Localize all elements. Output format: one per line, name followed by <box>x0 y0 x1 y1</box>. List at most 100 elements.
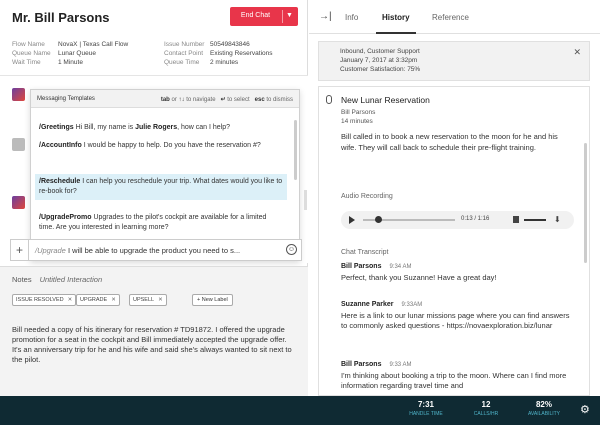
history-scrollbar[interactable] <box>584 143 587 263</box>
collapse-panel-icon[interactable]: →| <box>319 11 332 22</box>
agent-stats-bar: 7:31 HANDLE TIME 12 CALLS/HR 82% AVAILAB… <box>0 396 600 425</box>
info-row: Queue Name Lunar Queue Contact Point Exi… <box>12 50 302 59</box>
context-tabs: →| Info History Reference <box>309 0 600 34</box>
message-time: 9:33AM <box>401 302 423 308</box>
template-text: Hi Bill, my name is <box>73 124 136 131</box>
info-value: Existing Reservations <box>210 50 273 57</box>
message-author: Suzanne Parker 9:33AM <box>341 301 576 308</box>
hint-key: ↵ <box>220 97 226 103</box>
transcript-message: Suzanne Parker 9:33AM Here is a link to o… <box>341 301 576 331</box>
reservation-customer: Bill Parsons <box>341 109 376 116</box>
customer-name: Mr. Bill Parsons <box>12 10 110 25</box>
end-chat-button[interactable]: End Chat ▼ <box>230 7 298 26</box>
message-compose-input[interactable]: + /Upgrade I will be able to upgrade the… <box>10 239 302 261</box>
new-label-text: New Label <box>201 297 228 303</box>
reservation-detail-card: New Lunar Reservation Bill Parsons 14 mi… <box>318 86 590 396</box>
template-item[interactable]: /AccountInfo I would be happy to help. D… <box>35 138 287 154</box>
notes-title[interactable]: Untitled Interaction <box>40 275 103 284</box>
info-label: Queue Name <box>12 50 51 57</box>
templates-scrollbar[interactable] <box>294 120 297 180</box>
transcript-message: Bill Parsons 9:34 AM Perfect, thank you S… <box>341 263 576 283</box>
stat-value: 7:31 <box>417 400 434 409</box>
chevron-down-icon[interactable]: ▼ <box>286 12 293 19</box>
volume-slider[interactable] <box>524 219 546 221</box>
author-name: Bill Parsons <box>341 361 382 368</box>
tag-label: UPGRADE <box>80 297 108 303</box>
transcript-message: Bill Parsons 9:33 AM I'm thinking about b… <box>341 361 576 391</box>
gear-icon[interactable]: ⚙ <box>580 404 592 416</box>
tag[interactable]: UPSELL ✕ <box>129 294 167 306</box>
template-key: /Reschedule <box>39 178 81 185</box>
history-date: January 7, 2017 at 3:32pm <box>340 57 418 64</box>
tab-info[interactable]: Info <box>345 13 358 22</box>
smiley-icon[interactable]: ☺ <box>286 244 297 255</box>
stat-label: HANDLE TIME <box>409 411 443 417</box>
close-icon[interactable]: ✕ <box>111 297 116 303</box>
template-bold: Julie Rogers <box>135 124 178 131</box>
agent-desktop: Mr. Bill Parsons End Chat ▼ Flow Name No… <box>0 0 600 425</box>
volume-icon[interactable] <box>513 216 519 223</box>
author-name: Suzanne Parker <box>341 301 394 308</box>
template-item-selected[interactable]: /Reschedule I can help you reschedule yo… <box>35 174 287 200</box>
compose-text[interactable]: /Upgrade I will be able to upgrade the p… <box>35 246 240 255</box>
stat-value: 82% <box>535 400 552 409</box>
hint-key: ↑↓ <box>178 97 185 103</box>
tag[interactable]: UPGRADE ✕ <box>76 294 120 306</box>
download-icon[interactable]: ⬇ <box>554 215 561 224</box>
close-icon[interactable]: ✕ <box>68 297 73 303</box>
templates-hint: tab or ↑↓ to navigate ↵ to select esc to… <box>161 96 293 103</box>
hint-text: or <box>171 97 177 103</box>
message-text: I'm thinking about booking a trip to the… <box>341 371 567 390</box>
template-key: /Greetings <box>39 124 74 131</box>
notes-panel: Notes Untitled Interaction ISSUE RESOLVED… <box>0 266 308 396</box>
new-label-button[interactable]: + New Label <box>192 294 233 306</box>
audio-player: 0:13 / 1:16 ⬇ <box>341 211 574 229</box>
info-value: Lunar Queue <box>58 50 96 57</box>
templates-header: Messaging Templates tab or ↑↓ to navigat… <box>31 90 299 108</box>
tab-history[interactable]: History <box>382 13 410 22</box>
pane-resize-handle[interactable] <box>304 190 307 210</box>
stat-handle-time: 7:31 HANDLE TIME <box>395 400 457 417</box>
microphone-icon <box>326 95 332 104</box>
plus-icon[interactable]: + <box>11 240 29 260</box>
template-item[interactable]: /UpgradePromo Upgrades to the pilot's co… <box>35 210 287 236</box>
end-chat-label: End Chat <box>240 12 271 19</box>
hint-text: to navigate <box>186 97 216 103</box>
history-satisfaction: Customer Satisfaction: 75% <box>340 66 421 73</box>
stat-availability: 82% AVAILABILITY <box>515 400 573 417</box>
history-list[interactable]: Inbound, Customer Support January 7, 201… <box>309 37 600 396</box>
reservation-meta: Bill Parsons 14 minutes <box>341 108 375 126</box>
reservation-title: New Lunar Reservation <box>341 95 430 105</box>
tag[interactable]: ISSUE RESOLVED ✕ <box>12 294 77 306</box>
info-value: NovaX | Texas Call Flow <box>58 41 129 48</box>
close-icon[interactable]: ✕ <box>573 48 581 57</box>
stat-label: AVAILABILITY <box>527 411 561 417</box>
hint-key: esc <box>254 97 265 103</box>
audio-recording-label: Audio Recording <box>341 193 393 200</box>
note-body[interactable]: Bill needed a copy of his itinerary for … <box>12 325 297 365</box>
history-summary-card[interactable]: Inbound, Customer Support January 7, 201… <box>318 41 590 81</box>
audio-seek-handle[interactable] <box>375 216 383 223</box>
message-text: Here is a link to our lunar missions pag… <box>341 311 570 330</box>
info-label: Issue Number <box>164 41 205 48</box>
info-label: Wait Time <box>12 59 41 66</box>
reservation-duration: 14 minutes <box>341 118 373 125</box>
tag-label: UPSELL <box>133 297 155 303</box>
template-key: /UpgradePromo <box>39 214 92 221</box>
compose-body: I will be able to upgrade the product yo… <box>65 246 241 255</box>
message-author: Bill Parsons 9:34 AM <box>341 263 576 270</box>
compose-command: /Upgrade <box>35 246 66 255</box>
notes-header: Notes Untitled Interaction <box>12 275 102 284</box>
interaction-header: Mr. Bill Parsons End Chat ▼ <box>0 0 308 36</box>
template-item[interactable]: /Greetings Hi Bill, my name is Julie Rog… <box>35 120 287 136</box>
close-icon[interactable]: ✕ <box>158 297 163 303</box>
info-label: Queue Time <box>164 59 200 66</box>
info-value: 2 minutes <box>210 59 239 66</box>
end-chat-divider <box>282 10 283 23</box>
author-name: Bill Parsons <box>341 263 382 270</box>
tab-reference[interactable]: Reference <box>432 13 469 22</box>
template-tail: , how can I help? <box>177 124 231 131</box>
play-icon[interactable] <box>349 216 355 224</box>
stat-calls-per-hour: 12 CALLS/HR <box>462 400 510 417</box>
tag-label: ISSUE RESOLVED <box>16 297 64 303</box>
